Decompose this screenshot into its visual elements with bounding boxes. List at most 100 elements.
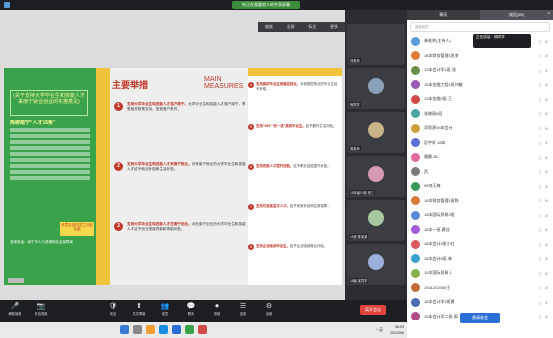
share-time: 06:03: [242, 24, 253, 29]
video-tile[interactable]: 刘老师: [347, 24, 405, 65]
record-button[interactable]: ⏺ 录制: [204, 302, 230, 320]
member-row[interactable]: 18本会计2班小红 ▯ ⊘: [407, 237, 553, 252]
video-tile[interactable]: 15班-陈某某: [347, 200, 405, 241]
clock[interactable]: 06:03 2021/5/6: [390, 324, 404, 336]
member-row[interactable]: 18本会计学2班黄 ▯ ⊘: [407, 295, 553, 310]
mic-muted-icon[interactable]: ▯ ⊘: [519, 82, 549, 87]
record-icon: ⏺: [215, 303, 219, 310]
member-row[interactable]: 18本财务管理1班李 ▯ ⊘: [407, 49, 553, 64]
member-row[interactable]: 西 ▯ ⊘: [407, 165, 553, 180]
meeting-app-icon[interactable]: [172, 325, 181, 334]
yellow-stripe: [248, 68, 342, 76]
mic-muted-icon[interactable]: ▯ ⊘: [519, 126, 549, 131]
member-row[interactable]: 19本金融2班-王 ▯ ⊘: [407, 92, 553, 107]
participant-name: 15班-陈某某: [349, 234, 369, 239]
mic-muted-icon[interactable]: ▯ ⊘: [519, 140, 549, 145]
mic-muted-icon[interactable]: ▯ ⊘: [519, 271, 549, 276]
member-row[interactable]: 19本会计学1班-张 ▯ ⊘: [407, 63, 553, 78]
camera-icon: 📷: [36, 303, 46, 310]
measure-number: 5: [248, 124, 254, 130]
mic-muted-icon[interactable]: ▯ ⊘: [519, 68, 549, 73]
mic-muted-icon[interactable]: ▯ ⊘: [519, 256, 549, 261]
avatar: [411, 36, 420, 46]
taskbar-apps: [120, 325, 207, 334]
zoom-button[interactable]: 缩放: [265, 24, 273, 30]
member-row[interactable]: 19本国际贸易 1 ▯ ⊘: [407, 266, 553, 281]
member-row[interactable]: 18本国际贸易2班 ▯ ⊘: [407, 208, 553, 223]
member-row[interactable]: 彭宇轩 18本 ▯ ⊘: [407, 136, 553, 151]
search-input[interactable]: 搜索成员: [410, 22, 550, 32]
security-button[interactable]: 🛡 安全: [100, 302, 126, 320]
measure-text: 给予安家补贴和住房保障。: [289, 204, 331, 208]
mic-muted-icon[interactable]: ▯ ⊘: [519, 300, 549, 305]
record-label: 录制: [213, 312, 221, 316]
measure-number: 4: [248, 82, 254, 88]
more-button[interactable]: 更多: [330, 24, 338, 30]
mic-muted-icon[interactable]: ▯ ⊘: [519, 314, 549, 319]
member-row[interactable]: 1941202005王 ▯ ⊘: [407, 281, 553, 296]
annotate-button[interactable]: 标注: [308, 24, 316, 30]
start-icon[interactable]: [120, 325, 129, 334]
chat-button[interactable]: 💬 聊天: [178, 302, 204, 320]
avatar: [411, 239, 420, 249]
member-row[interactable]: 18本会计5班-林 ▯ ⊘: [407, 252, 553, 267]
office-icon[interactable]: [198, 325, 207, 334]
member-row[interactable]: 张晓丽5班 ▯ ⊘: [407, 107, 553, 122]
mic-muted-icon[interactable]: ▯ ⊘: [519, 97, 549, 102]
green-intro-panel: (关于支持大学毕业生和技能人才来南宁就业创业的实施意见) 简称南宁“人才16条”…: [4, 68, 96, 285]
mic-muted-icon[interactable]: ▯ ⊘: [519, 242, 549, 247]
share-status-banner[interactable]: 你正在观看他人的共享屏幕: [232, 1, 300, 9]
mic-muted-icon[interactable]: ▯ ⊘: [519, 155, 549, 160]
mic-muted-icon[interactable]: ▯ ⊘: [519, 169, 549, 174]
members-label: 成员: [161, 312, 169, 316]
mic-muted-icon[interactable]: ▯ ⊘: [519, 53, 549, 58]
search-icon[interactable]: [133, 325, 142, 334]
video-tile[interactable]: 18届-某同学: [347, 244, 405, 285]
member-name: 19本会计学1班-张: [424, 67, 457, 73]
system-tray[interactable]: ^ 英: [376, 327, 383, 333]
member-row[interactable]: 18本财务管理1班陈 ▯ ⊘: [407, 194, 553, 209]
share-screen-button[interactable]: ⬆ 共享屏幕: [126, 302, 152, 320]
measure-head: 支持“985”“双一流”高校毕业生。: [256, 124, 306, 128]
shield-icon: 🛡: [108, 303, 118, 310]
member-name: 18本财务管理1班陈: [424, 197, 459, 203]
members-button[interactable]: 👥 成员: [152, 302, 178, 320]
tab-members[interactable]: 成员(55): [480, 10, 553, 20]
settings-button[interactable]: ⚙ 设置: [256, 302, 282, 320]
text-line: [10, 170, 90, 174]
invite-button[interactable]: 邀请参会: [460, 313, 500, 323]
folder-icon[interactable]: [146, 325, 155, 334]
wechat-icon[interactable]: [185, 325, 194, 334]
avatar: [411, 196, 420, 206]
mic-muted-icon[interactable]: ▯ ⊘: [519, 184, 549, 189]
member-row[interactable]: 15本金融工程1班刘敏 ▯ ⊘: [407, 78, 553, 93]
mic-muted-icon[interactable]: ▯ ⊘: [519, 111, 549, 116]
member-row[interactable]: 18本一班-黄佳 ▯ ⊘: [407, 223, 553, 238]
chat-icon: 💬: [186, 303, 196, 310]
measure-text: 给予额外生活补贴。: [305, 124, 337, 128]
fullscreen-button[interactable]: 全屏: [287, 24, 295, 30]
measure-item: 4 支持高校毕业生到基层就业。对到基层就业的毕业生给予补助。: [248, 82, 340, 92]
policy-heading: (关于支持大学毕业生和技能人才来南宁就业创业的实施意见): [10, 90, 88, 116]
member-name: 18本国际贸易2班: [424, 212, 455, 218]
member-row[interactable]: 05何玉梅 ▯ ⊘: [407, 179, 553, 194]
browser-icon[interactable]: [159, 325, 168, 334]
mic-muted-icon[interactable]: ▯ ⊘: [519, 285, 549, 290]
video-tile[interactable]: 杨同学: [347, 68, 405, 109]
apps-button[interactable]: ☰ 应用: [230, 302, 256, 320]
mic-muted-icon[interactable]: ▯ ⊘: [519, 227, 549, 232]
member-name: 西: [424, 168, 428, 174]
mic-muted-icon[interactable]: ▯ ⊘: [519, 198, 549, 203]
close-icon[interactable]: ×: [547, 12, 550, 17]
measure-item: 3 支持大学毕业生和技能人才在南宁创业。对在南宁创业的大学毕业生和技能人才给予创…: [114, 222, 248, 232]
member-row[interactable]: 雅静-30 ▯ ⊘: [407, 150, 553, 165]
leave-meeting-button[interactable]: 离开会议: [360, 305, 386, 315]
member-row[interactable]: 邓思源19本会计 ▯ ⊘: [407, 121, 553, 136]
start-video-button[interactable]: 📷 开启视频: [28, 302, 54, 320]
mic-muted-icon[interactable]: ▯ ⊘: [519, 213, 549, 218]
tab-chat[interactable]: 聊天: [407, 10, 480, 20]
unmute-button[interactable]: 🎤 解除静音: [2, 302, 28, 320]
video-tile[interactable]: 周老师: [347, 112, 405, 153]
video-tile[interactable]: 15年级20班-张三: [347, 156, 405, 197]
participant-name: 周老师: [349, 146, 361, 151]
